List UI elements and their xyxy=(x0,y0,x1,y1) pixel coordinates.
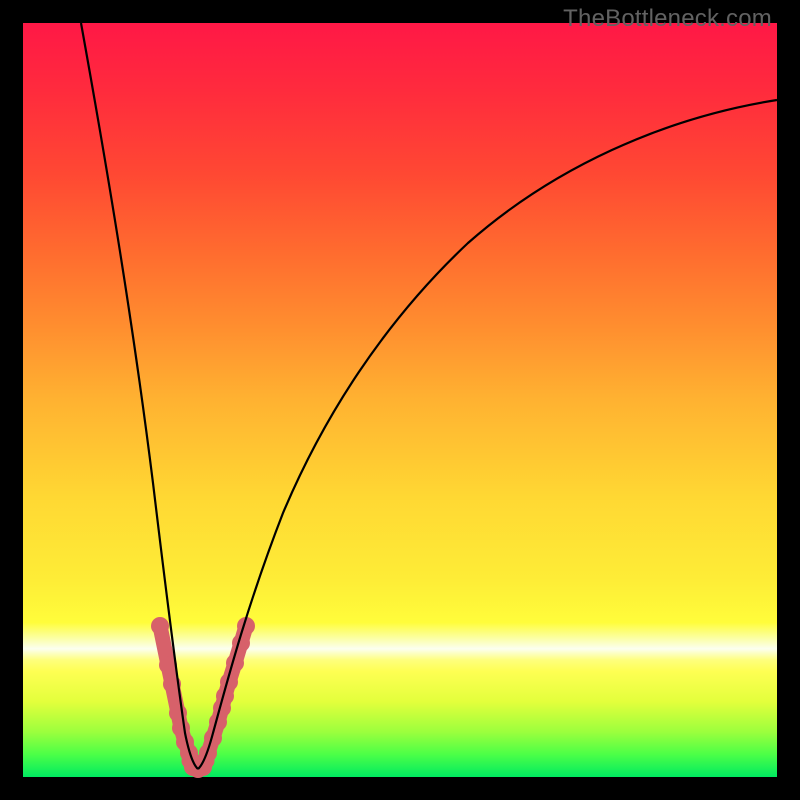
watermark-text: TheBottleneck.com xyxy=(563,5,772,33)
chart-frame: TheBottleneck.com xyxy=(0,0,800,800)
curve-left-branch xyxy=(81,23,198,769)
curves-svg xyxy=(23,23,777,777)
marker-dot xyxy=(151,617,169,635)
plot-area xyxy=(23,23,777,777)
marker-cluster-left xyxy=(151,617,202,771)
marker-dot xyxy=(169,704,187,722)
curve-right-branch xyxy=(198,100,777,769)
